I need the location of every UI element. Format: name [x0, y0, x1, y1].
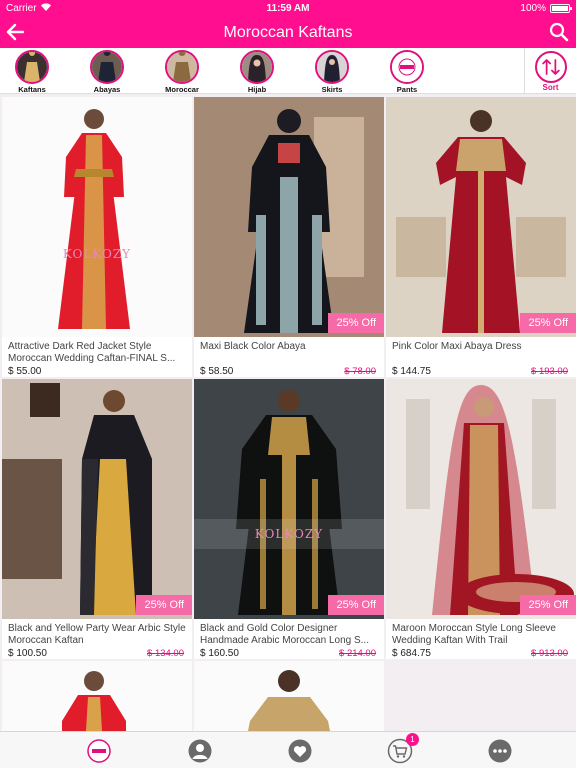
category-thumbnail: [315, 50, 349, 84]
category-kaftans[interactable]: Kaftans: [2, 50, 62, 94]
product-price: $ 160.50: [200, 648, 239, 659]
discount-badge: 25% Off: [328, 313, 384, 333]
category-label: Abayas: [93, 85, 121, 94]
category-label: Kaftans: [18, 85, 46, 94]
sort-icon: [534, 51, 567, 83]
product-name: Pink Color Maxi Abaya Dress: [392, 341, 522, 352]
tab-wishlist[interactable]: [287, 738, 313, 764]
product-image: [2, 379, 192, 619]
product-card[interactable]: KOLKOZY Attractive Dark Red Jacket Style…: [2, 97, 192, 377]
category-label: Hijab: [247, 85, 267, 94]
discount-badge: 25% Off: [520, 313, 576, 333]
product-card[interactable]: 25% Off Pink Color Maxi Abaya Dress $ 14…: [386, 97, 576, 377]
watermark: KOLKOZY: [254, 527, 324, 541]
product-card[interactable]: 25% Off Maxi Black Color Abaya $ 58.50 $…: [194, 97, 384, 377]
category-label: Pants: [396, 85, 418, 94]
product-name: Black and Yellow Party Wear Arbic Style …: [8, 623, 186, 646]
category-pants[interactable]: Pants: [377, 50, 437, 94]
tab-bar: 1: [0, 731, 576, 768]
product-name: Black and Gold Color Designer Handmade A…: [200, 623, 369, 646]
category-thumbnail: [240, 50, 274, 84]
tab-more[interactable]: [487, 738, 513, 764]
category-label: Skirts: [321, 85, 343, 94]
product-price: $ 55.00: [8, 366, 42, 377]
product-old-price: $ 193.00: [531, 366, 568, 377]
tab-profile[interactable]: [187, 738, 213, 764]
product-old-price: $ 214.00: [339, 648, 376, 659]
discount-badge: 25% Off: [136, 595, 192, 615]
battery-percent: 100%: [520, 3, 546, 14]
product-image: [2, 661, 192, 731]
product-price: $ 144.75: [392, 366, 431, 377]
product-image: [194, 97, 384, 337]
product-grid: KOLKOZY Attractive Dark Red Jacket Style…: [0, 95, 576, 731]
discount-badge: 25% Off: [520, 595, 576, 615]
product-card[interactable]: [194, 661, 384, 731]
status-bar: Carrier 11:59 AM 100%: [0, 0, 576, 18]
product-card[interactable]: KOLKOZY 25% Off Black and Gold Color Des…: [194, 379, 384, 659]
product-name: Maxi Black Color Abaya: [200, 341, 306, 352]
category-abayas[interactable]: Abayas: [77, 50, 137, 94]
status-time: 11:59 AM: [266, 3, 310, 14]
page-title: Moroccan Kaftans: [223, 24, 353, 41]
category-strip: Kaftans Abayas Moroccar Hijab Skirts Pan…: [0, 48, 576, 94]
product-card[interactable]: 25% Off Black and Yellow Party Wear Arbi…: [2, 379, 192, 659]
category-thumbnail: [90, 50, 124, 84]
product-card[interactable]: [2, 661, 192, 731]
cart-count-badge: 1: [406, 733, 419, 746]
category-skirts[interactable]: Skirts: [302, 50, 362, 94]
product-old-price: $ 913.00: [531, 648, 568, 659]
product-name: Maroon Moroccan Style Long Sleeve Weddin…: [392, 623, 556, 646]
watermark: KOLKOZY: [62, 247, 132, 261]
heart-icon: [288, 739, 312, 763]
more-icon: [488, 739, 512, 763]
nav-bar: Moroccan Kaftans: [0, 18, 576, 48]
battery-icon: [550, 4, 572, 13]
tab-cart[interactable]: 1: [387, 733, 419, 764]
category-hijab[interactable]: Hijab: [227, 50, 287, 94]
sort-label: Sort: [542, 83, 559, 92]
product-card[interactable]: 25% Off Maroon Moroccan Style Long Sleev…: [386, 379, 576, 659]
category-moroccar[interactable]: Moroccar: [152, 50, 212, 94]
product-old-price: $ 134.00: [147, 648, 184, 659]
product-image: [386, 97, 576, 337]
product-old-price: $ 78.00: [344, 366, 376, 377]
category-thumbnail: [165, 50, 199, 84]
search-icon[interactable]: [548, 20, 570, 44]
category-label: Moroccar: [165, 85, 199, 94]
store-logo-icon: [87, 739, 111, 763]
product-price: $ 100.50: [8, 648, 47, 659]
product-image: [386, 379, 576, 619]
category-thumbnail: [390, 50, 424, 84]
product-price: $ 58.50: [200, 366, 234, 377]
product-image: KOLKOZY: [2, 97, 192, 337]
tab-home[interactable]: [86, 738, 112, 764]
product-image: KOLKOZY: [194, 379, 384, 619]
product-image: [194, 661, 384, 731]
product-price: $ 684.75: [392, 648, 431, 659]
discount-badge: 25% Off: [328, 595, 384, 615]
sort-button[interactable]: Sort: [524, 48, 576, 94]
category-thumbnail: [15, 50, 49, 84]
user-icon: [188, 739, 212, 763]
product-name: Attractive Dark Red Jacket Style Morocca…: [8, 341, 176, 364]
